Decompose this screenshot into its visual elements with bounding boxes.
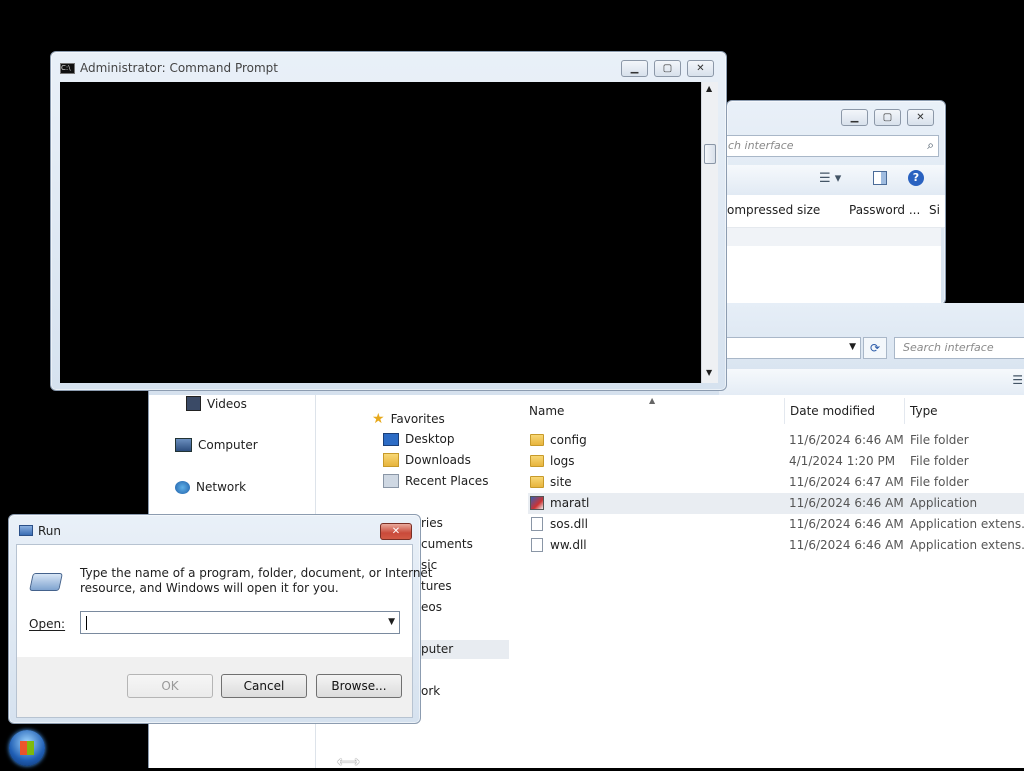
minimize-button[interactable]: ▁	[841, 109, 868, 126]
open-combobox[interactable]: ▼	[80, 611, 400, 634]
minimize-button[interactable]: ▁	[621, 60, 648, 77]
address-dropdown-icon[interactable]: ▼	[849, 342, 856, 352]
desktop-icon	[383, 432, 399, 446]
favorites-item-desktop[interactable]: Desktop	[383, 432, 455, 446]
close-button[interactable]: ✕	[380, 523, 412, 540]
preview-pane-icon[interactable]	[873, 171, 887, 185]
computer-icon	[175, 438, 192, 452]
downloads-icon	[383, 453, 399, 467]
search-input[interactable]: Search interface	[894, 337, 1024, 359]
nav-pictures-partial[interactable]: tures	[421, 579, 452, 593]
resize-cursor-icon: ⟷	[337, 752, 360, 771]
sidebar-item-network[interactable]: Network	[175, 480, 246, 494]
sidebar-item-videos[interactable]: Videos	[186, 396, 247, 411]
column-header-date-modified[interactable]: Date modified	[790, 404, 875, 418]
folder-icon	[530, 476, 544, 488]
column-compressed-size[interactable]: ompressed size	[727, 203, 820, 217]
run-program-icon	[29, 573, 63, 591]
console-output[interactable]	[60, 82, 701, 383]
run-title: Run	[38, 524, 62, 538]
table-row[interactable]: sos.dll 11/6/2024 6:46 AM Application ex…	[528, 514, 1024, 535]
favorites-item-recent-places[interactable]: Recent Places	[383, 474, 488, 488]
favorites-item-downloads[interactable]: Downloads	[383, 453, 471, 467]
open-label: Open:	[29, 617, 66, 631]
nav-videos-partial[interactable]: eos	[421, 600, 442, 614]
vertical-scrollbar[interactable]: ▲ ▼	[701, 82, 718, 383]
column-size[interactable]: Si	[929, 203, 940, 217]
table-row[interactable]: ww.dll 11/6/2024 6:46 AM Application ext…	[528, 535, 1024, 556]
maximize-button[interactable]: ▢	[654, 60, 681, 77]
scroll-up-arrow-icon[interactable]: ▲	[706, 84, 712, 93]
network-icon	[175, 480, 190, 494]
ok-button[interactable]: OK	[127, 674, 213, 698]
view-icon[interactable]: ☰	[1012, 373, 1023, 387]
favorites-header[interactable]: ★ Favorites	[372, 411, 445, 427]
table-row[interactable]: config 11/6/2024 6:46 AM File folder	[528, 430, 1024, 451]
run-dialog: Run ✕ Type the name of a program, folder…	[8, 514, 433, 724]
recent-places-icon	[383, 474, 399, 488]
folder-icon	[530, 455, 544, 467]
sidebar-item-computer[interactable]: Computer	[175, 438, 258, 452]
nav-network-partial[interactable]: ork	[421, 684, 440, 698]
search-input[interactable]: ch interface ⌕	[725, 135, 939, 157]
dll-icon	[531, 538, 543, 552]
table-row[interactable]: maratl 11/6/2024 6:46 AM Application	[528, 493, 1024, 514]
close-button[interactable]: ✕	[687, 60, 714, 77]
column-separator	[784, 398, 785, 424]
toolbar: ☰ ▾ ?	[727, 165, 945, 195]
column-headers: ompressed size Password ... Si	[727, 195, 945, 228]
view-options-icon[interactable]: ☰ ▾	[819, 171, 841, 186]
cmd-icon: C:\	[60, 63, 75, 74]
refresh-button[interactable]: ⟳	[863, 337, 887, 359]
folder-icon	[530, 434, 544, 446]
maximize-button[interactable]: ▢	[874, 109, 901, 126]
search-icon: ⌕	[927, 138, 934, 152]
application-icon	[530, 496, 544, 510]
column-header-type[interactable]: Type	[910, 404, 938, 418]
archive-window: ▁ ▢ ✕ ch interface ⌕ ☰ ▾ ? ompressed siz…	[725, 100, 946, 305]
star-icon: ★	[372, 411, 385, 427]
sort-arrow-icon: ▲	[649, 396, 656, 405]
chevron-down-icon[interactable]: ▼	[388, 617, 395, 627]
archive-content-area	[727, 246, 941, 304]
run-icon	[19, 525, 33, 536]
run-body: Type the name of a program, folder, docu…	[16, 544, 433, 718]
window-title: Administrator: Command Prompt	[80, 61, 278, 75]
help-icon[interactable]: ?	[908, 170, 924, 186]
text-cursor	[86, 616, 87, 630]
table-row[interactable]: site 11/6/2024 6:47 AM File folder	[528, 472, 1024, 493]
archive-content	[727, 228, 941, 246]
close-button[interactable]: ✕	[907, 109, 934, 126]
nav-libraries-partial[interactable]: ries	[421, 516, 443, 530]
run-description-line2: resource, and Windows will open it for y…	[80, 581, 339, 595]
address-bar[interactable]: ▼	[719, 337, 861, 359]
column-password[interactable]: Password ...	[849, 203, 920, 217]
dll-icon	[531, 517, 543, 531]
column-header-name[interactable]: Name	[529, 404, 564, 418]
explorer-toolbar: ☰	[719, 369, 1024, 395]
run-description-line1: Type the name of a program, folder, docu…	[80, 566, 433, 580]
command-prompt-window: C:\ Administrator: Command Prompt ▁ ▢ ✕ …	[50, 51, 727, 391]
table-row[interactable]: logs 4/1/2024 1:20 PM File folder	[528, 451, 1024, 472]
nav-documents-partial[interactable]: cuments	[421, 537, 473, 551]
column-separator	[904, 398, 905, 424]
windows-logo-icon	[20, 741, 34, 755]
video-icon	[186, 396, 201, 411]
nav-computer-partial: puter	[421, 642, 454, 656]
browse-button[interactable]: Browse...	[316, 674, 402, 698]
cancel-button[interactable]: Cancel	[221, 674, 307, 698]
scroll-thumb[interactable]	[704, 144, 716, 164]
scroll-down-arrow-icon[interactable]: ▼	[706, 368, 712, 377]
start-button[interactable]	[9, 730, 45, 766]
